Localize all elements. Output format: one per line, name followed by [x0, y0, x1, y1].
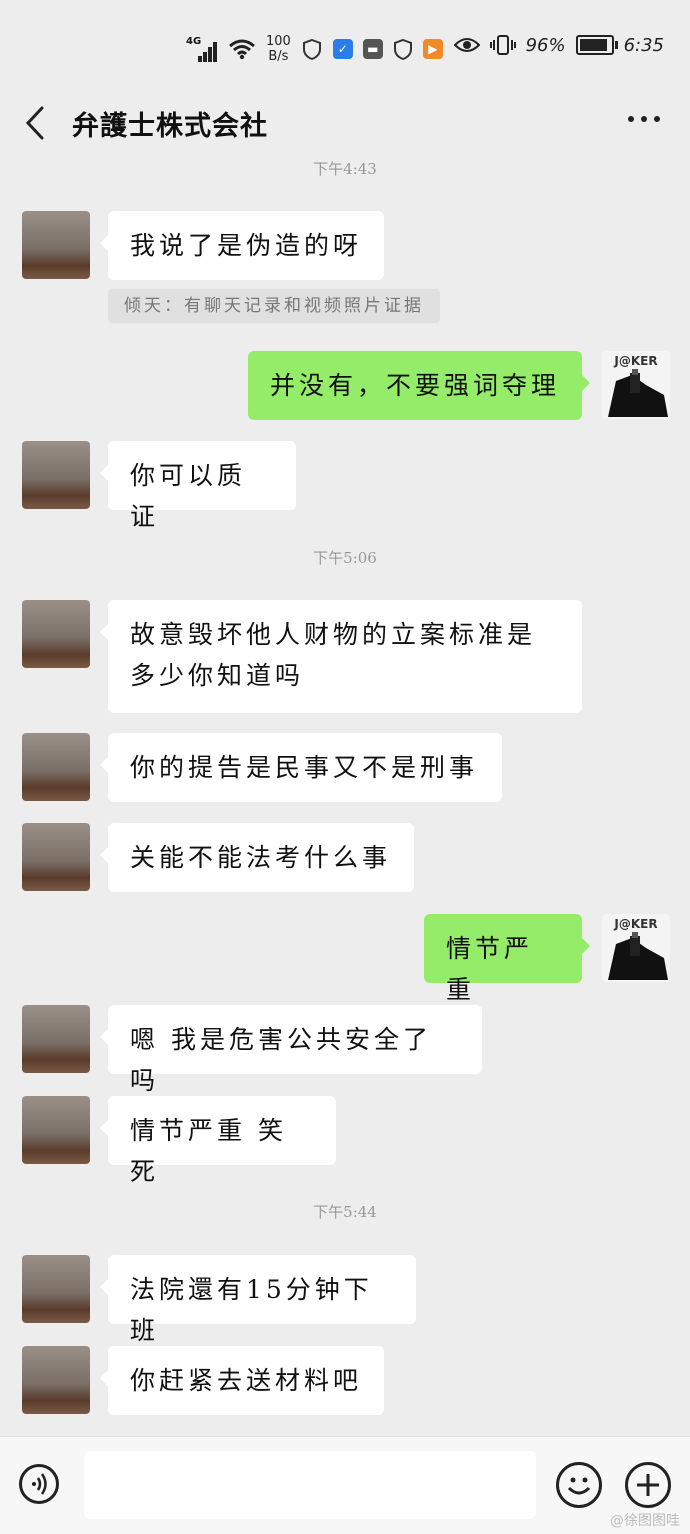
network-type: 4G	[186, 36, 202, 47]
avatar-other[interactable]	[22, 211, 90, 279]
signal-icon: 4G	[186, 36, 218, 62]
vibrate-icon	[489, 35, 516, 55]
avatar-label: J@KER	[613, 917, 657, 931]
message-incoming[interactable]: 你可以质证	[100, 441, 296, 531]
clock: 6:35	[623, 34, 664, 56]
avatar-other[interactable]	[22, 600, 90, 668]
avatar-self[interactable]: J@KER	[602, 914, 670, 982]
message-incoming[interactable]: 故意毁坏他人财物的立案标准是多少你知道吗	[100, 600, 582, 713]
wifi-icon	[229, 39, 255, 60]
more-icon[interactable]	[628, 116, 660, 122]
app-notify-icon-huawei: ▬	[362, 39, 383, 59]
status-bar: 4G 100 B/s ✓ ▬ ▶ 96% 6:35	[0, 0, 690, 100]
message-incoming[interactable]: 情节严重 笑死	[100, 1096, 336, 1186]
avatar-other[interactable]	[22, 1096, 90, 1164]
avatar-other[interactable]	[22, 823, 90, 891]
eye-icon	[453, 38, 480, 52]
battery-icon	[575, 35, 618, 55]
avatar-self[interactable]: J@KER	[602, 351, 670, 419]
plus-icon[interactable]	[625, 1462, 671, 1508]
back-icon[interactable]	[22, 104, 52, 142]
input-bar: @徐图图哇	[0, 1436, 690, 1534]
voice-icon[interactable]	[19, 1464, 59, 1504]
watermark: @徐图图哇	[610, 1513, 680, 1529]
message-incoming[interactable]: 我说了是伪造的呀	[100, 211, 384, 280]
avatar-other[interactable]	[22, 1005, 90, 1073]
chat-title: 弁護士株式会社	[72, 111, 268, 142]
avatar-other[interactable]	[22, 441, 90, 509]
message-incoming[interactable]: 法院還有15分钟下班	[100, 1255, 416, 1345]
message-outgoing[interactable]: 并没有，不要强词夺理	[248, 351, 590, 420]
quoted-message[interactable]: 倾天：有聊天记录和视频照片证据	[108, 289, 440, 323]
app-notify-icon-blue: ✓	[332, 39, 353, 59]
speed-value: 100	[266, 34, 291, 49]
message-outgoing[interactable]: 情节严重	[424, 914, 590, 1004]
shield-key-icon	[302, 38, 321, 60]
shield-icon	[393, 38, 412, 60]
app-notify-icon-orange: ▶	[422, 39, 443, 59]
timestamp: 下午4:43	[313, 160, 377, 178]
avatar-other[interactable]	[22, 733, 90, 801]
message-incoming[interactable]: 你赶紧去送材料吧	[100, 1346, 384, 1415]
message-incoming[interactable]: 关能不能法考什么事	[100, 823, 414, 892]
avatar-other[interactable]	[22, 1346, 90, 1414]
timestamp: 下午5:44	[313, 1203, 377, 1221]
battery-percent: 96%	[525, 34, 566, 56]
emoji-icon[interactable]	[556, 1462, 602, 1508]
avatar-other[interactable]	[22, 1255, 90, 1323]
timestamp: 下午5:06	[313, 549, 377, 567]
network-speed: 100 B/s	[266, 34, 291, 64]
chat-header: 弁護士株式会社	[0, 100, 690, 146]
message-incoming[interactable]: 嗯 我是危害公共安全了吗	[100, 1005, 482, 1095]
speed-unit: B/s	[268, 49, 289, 64]
message-incoming[interactable]: 你的提告是民事又不是刑事	[100, 733, 502, 802]
message-input[interactable]	[84, 1451, 536, 1519]
avatar-label: J@KER	[613, 354, 657, 368]
